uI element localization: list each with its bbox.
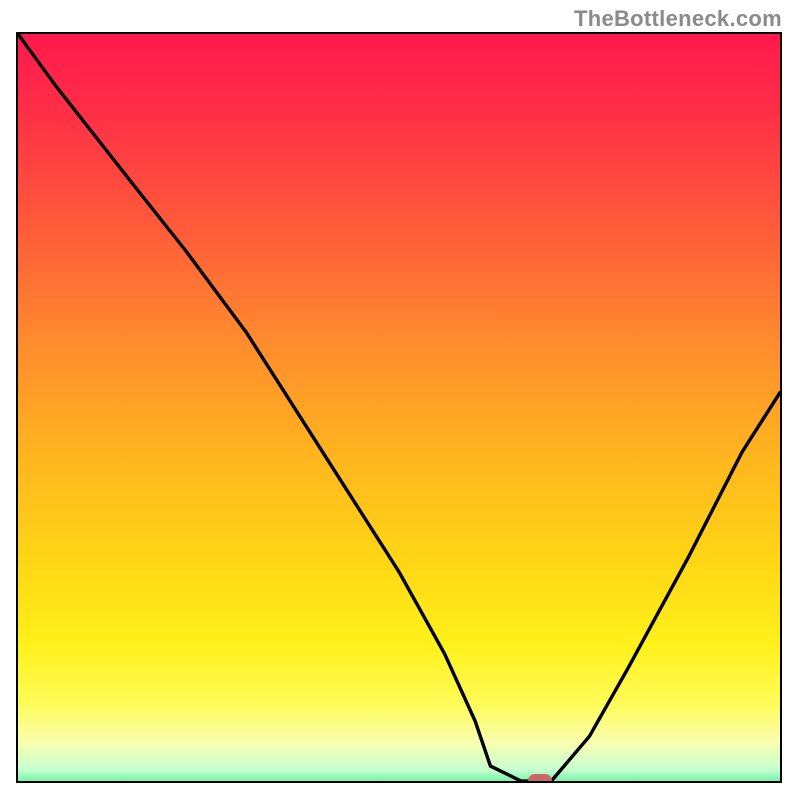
curve-overlay <box>18 34 780 781</box>
watermark-text: TheBottleneck.com <box>574 6 782 32</box>
bottleneck-curve <box>18 34 780 781</box>
chart-container: TheBottleneck.com <box>0 0 800 800</box>
valley-marker <box>528 774 552 783</box>
plot-area <box>16 32 782 783</box>
